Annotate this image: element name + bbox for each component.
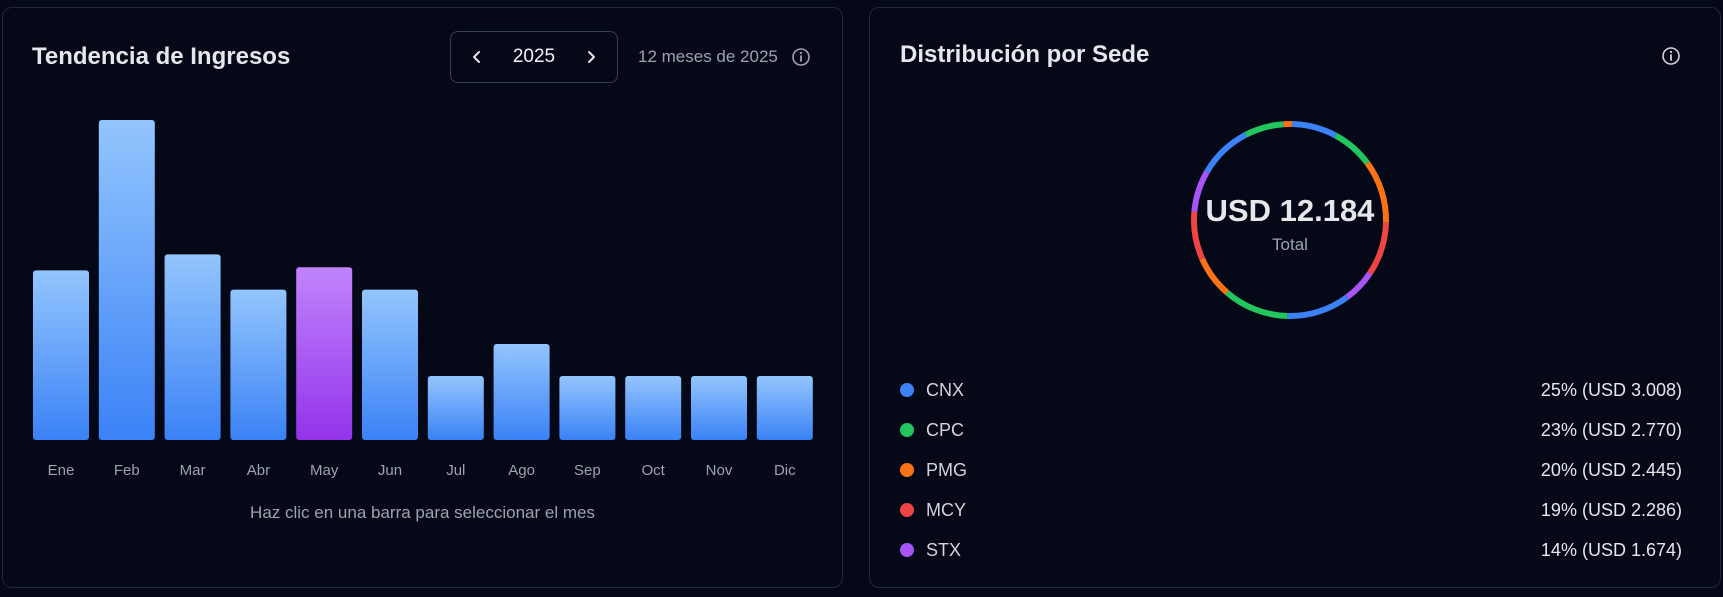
month-label: Dic <box>774 462 796 479</box>
donut-total-caption: Total <box>1272 235 1308 254</box>
legend-label-group: PMG <box>900 460 967 481</box>
month-label: May <box>310 462 339 479</box>
bar-jul[interactable] <box>427 376 484 440</box>
legend-item-cnx: CNX 25% (USD 3.008) <box>900 370 1682 410</box>
legend-color-dot <box>900 543 914 557</box>
legend-label-group: STX <box>900 540 961 561</box>
info-icon[interactable] <box>1661 46 1681 66</box>
donut-segment <box>1225 290 1288 319</box>
bar-may[interactable] <box>296 267 353 440</box>
legend-color-dot <box>900 463 914 477</box>
legend-color-dot <box>900 423 914 437</box>
bar-hint-text: Haz clic en una barra para seleccionar e… <box>250 503 595 522</box>
bar-mar[interactable] <box>164 254 221 440</box>
legend-value: 19% (USD 2.286) <box>1540 499 1682 520</box>
legend-item-pmg: PMG 20% (USD 2.445) <box>900 450 1682 490</box>
month-label: Sep <box>574 462 601 479</box>
legend-name: MCY <box>926 499 966 520</box>
bar-dic[interactable] <box>756 376 813 440</box>
legend-name: PMG <box>926 459 968 480</box>
donut-segment <box>1345 271 1373 300</box>
month-label: Ene <box>48 462 75 479</box>
bar-ene[interactable] <box>33 270 89 440</box>
month-label: Mar <box>180 462 206 479</box>
bar-oct[interactable] <box>625 376 682 440</box>
legend-item-mcy: MCY 19% (USD 2.286) <box>900 490 1682 530</box>
month-label: Feb <box>114 462 140 479</box>
distribution-legend: CNX 25% (USD 3.008) CPC 23% (USD 2.770) PMG 2… <box>900 370 1682 570</box>
revenue-bar-chart: Ene Feb Mar Abr May Jun Jul Ago Sep Oct Nov Dic <box>33 120 813 479</box>
month-label: Jun <box>378 462 402 479</box>
legend-name: STX <box>926 539 962 560</box>
distribution-title: Distribución por Sede <box>900 41 1150 68</box>
legend-color-dot <box>900 383 914 397</box>
legend-label-group: CNX <box>900 380 964 401</box>
donut-segment <box>1287 294 1349 319</box>
bar-ago[interactable] <box>493 344 550 440</box>
bar-feb[interactable] <box>98 120 155 440</box>
month-label: Abr <box>247 462 270 479</box>
bar-jun[interactable] <box>362 289 418 440</box>
donut-segment <box>1334 132 1370 165</box>
legend-value: 20% (USD 2.445) <box>1540 459 1682 480</box>
legend-value: 23% (USD 2.770) <box>1540 419 1682 440</box>
legend-label-group: MCY <box>900 500 966 521</box>
legend-label-group: CPC <box>900 420 964 441</box>
legend-value: 14% (USD 1.674) <box>1540 539 1682 560</box>
donut-segment <box>1292 121 1338 139</box>
legend-item-cpc: CPC 23% (USD 2.770) <box>900 410 1682 450</box>
legend-name: CPC <box>926 419 965 440</box>
donut-segment <box>1204 132 1248 174</box>
month-label: Jul <box>446 462 465 479</box>
bar-nov[interactable] <box>691 376 747 440</box>
month-label: Ago <box>508 462 535 479</box>
bar-abr[interactable] <box>230 289 287 440</box>
bar-sep[interactable] <box>559 376 616 440</box>
legend-item-stx: STX 14% (USD 1.674) <box>900 530 1682 570</box>
donut-segment <box>1244 121 1284 138</box>
month-label: Oct <box>642 462 666 479</box>
legend-name: CNX <box>926 379 965 400</box>
legend-value: 25% (USD 3.008) <box>1540 379 1682 400</box>
donut-segment <box>1199 257 1230 295</box>
month-label: Nov <box>706 462 733 479</box>
donut-total-value: USD 12.184 <box>1205 193 1375 228</box>
legend-color-dot <box>900 503 914 517</box>
